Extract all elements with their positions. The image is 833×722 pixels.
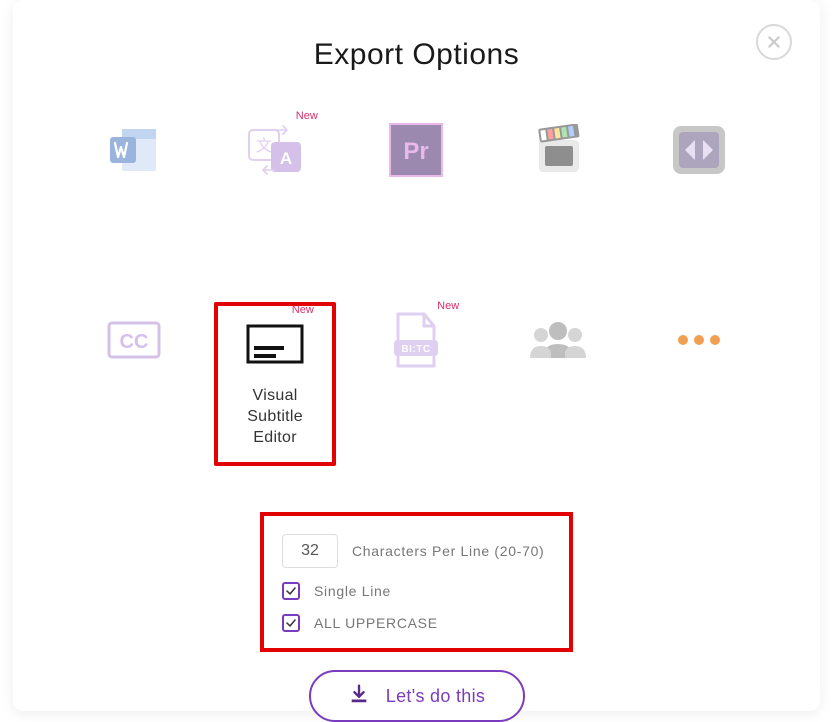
premiere-icon: Pr — [389, 122, 443, 178]
tile-cc[interactable]: CC — [73, 302, 194, 466]
translate-icon: 文 A — [245, 122, 305, 178]
tile-avid[interactable] — [639, 112, 760, 192]
tile-final-cut[interactable] — [497, 112, 618, 192]
final-cut-icon — [531, 122, 585, 178]
word-icon — [108, 122, 160, 178]
checkmark-icon — [285, 617, 297, 629]
closed-caption-icon: CC — [107, 312, 161, 368]
checkmark-icon — [285, 585, 297, 597]
options-panel: Characters Per Line (20-70) Single Line … — [260, 512, 573, 652]
bitc-icon: BI:TC — [394, 312, 438, 368]
tile-premiere[interactable]: Pr — [356, 112, 477, 192]
single-line-row: Single Line — [282, 582, 551, 600]
tile-collaborate[interactable] — [497, 302, 618, 466]
svg-text:BI:TC: BI:TC — [402, 344, 431, 355]
tile-bitc[interactable]: New BI:TC — [356, 302, 477, 466]
export-format-grid: New 文 A Pr — [43, 112, 790, 466]
single-line-label: Single Line — [314, 583, 391, 599]
svg-text:CC: CC — [119, 331, 148, 353]
close-button[interactable] — [756, 24, 792, 60]
uppercase-row: ALL UPPERCASE — [282, 614, 551, 632]
tile-visual-subtitle-editor[interactable]: New Visual Subtitle Editor — [214, 302, 335, 466]
more-icon — [675, 312, 723, 368]
single-line-checkbox[interactable] — [282, 582, 300, 600]
modal-title: Export Options — [43, 38, 790, 72]
uppercase-checkbox[interactable] — [282, 614, 300, 632]
chars-per-line-input[interactable] — [282, 534, 338, 568]
tile-more[interactable] — [639, 302, 760, 466]
tile-translate[interactable]: New 文 A — [214, 112, 335, 192]
svg-text:A: A — [280, 149, 292, 168]
chars-per-line-label: Characters Per Line (20-70) — [352, 543, 544, 559]
avid-icon — [671, 122, 727, 178]
new-badge: New — [437, 300, 459, 312]
download-icon — [348, 683, 370, 710]
new-badge: New — [296, 110, 318, 122]
close-icon — [766, 34, 782, 50]
tile-label: Visual Subtitle Editor — [222, 386, 327, 448]
tile-word[interactable] — [73, 112, 194, 192]
visual-subtitle-editor-icon — [246, 316, 304, 372]
svg-text:文: 文 — [256, 137, 272, 155]
new-badge: New — [292, 304, 314, 316]
svg-text:Pr: Pr — [404, 138, 429, 165]
export-options-modal: Export Options New 文 A — [13, 0, 820, 711]
export-button-label: Let's do this — [386, 686, 485, 707]
chars-per-line-row: Characters Per Line (20-70) — [282, 534, 551, 568]
people-icon — [529, 312, 587, 368]
export-button[interactable]: Let's do this — [309, 670, 525, 722]
uppercase-label: ALL UPPERCASE — [314, 615, 438, 631]
